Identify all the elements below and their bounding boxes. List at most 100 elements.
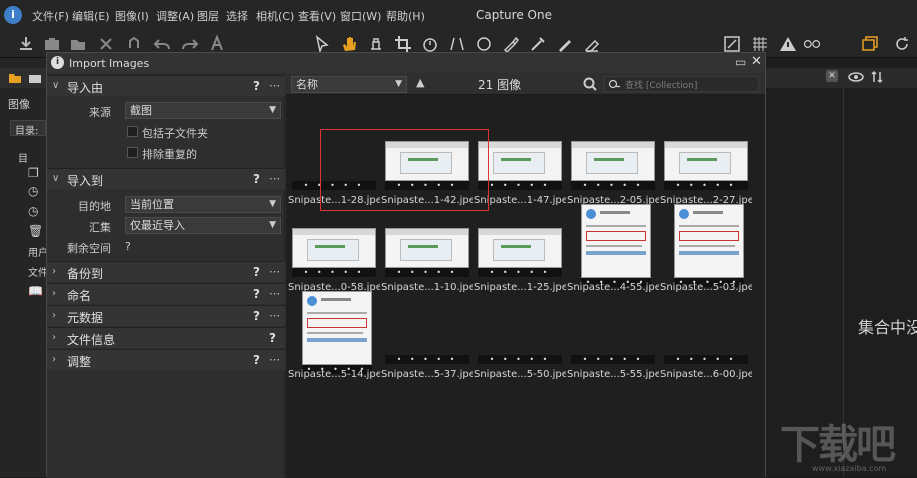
eraser-icon[interactable] [582,34,602,55]
grid-icon[interactable] [750,34,770,54]
redo-icon[interactable] [180,34,200,54]
menu-camera[interactable]: 相机(C) [256,8,294,24]
book-icon[interactable]: 📖 [28,284,43,298]
collection-value: 仅最近导入 [130,219,185,232]
empty-collection-message: 集合中没 [858,318,917,337]
loupe-icon[interactable] [366,34,386,54]
section-file-info[interactable]: › 文件信息 ? [47,327,285,348]
panel-tab-bar [0,68,46,88]
expand-chevron-icon[interactable]: › [52,266,56,277]
rotate-icon[interactable] [420,34,440,54]
menu-edit[interactable]: 编辑(E) [72,8,110,24]
thumbnail-item[interactable]: • • • • • Snipaste...5-14.jpeg [288,291,380,425]
close-icon[interactable]: ✕ [751,54,762,69]
refresh-icon[interactable] [892,34,912,54]
menu-select[interactable]: 选择 [226,8,248,24]
brush-icon[interactable] [501,34,521,54]
zoom-icon[interactable] [582,76,598,92]
trash-icon[interactable]: 🗑 [28,224,43,238]
help-icon[interactable]: ? [253,172,260,186]
more-options-icon[interactable]: ⋯ [269,353,280,366]
section-adjust[interactable]: › 调整 ? ⋯ [47,349,285,370]
section-import-to[interactable]: ∨ 导入到 ? ⋯ [47,168,285,189]
menu-file[interactable]: 文件(F) [32,8,69,24]
picker-icon[interactable] [528,34,548,54]
search-input[interactable]: 查找 [Collection] [604,76,759,92]
dialog-titlebar[interactable]: i Import Images ▭ ✕ [47,53,765,73]
menu-image[interactable]: 图像(I) [115,8,149,24]
help-icon[interactable]: ? [269,331,276,345]
help-icon[interactable]: ? [253,79,260,93]
section-metadata[interactable]: › 元数据 ? ⋯ [47,305,285,326]
thumbnail-image [478,141,562,181]
minimize-icon[interactable]: ▭ [735,55,746,69]
collection-select[interactable]: 仅最近导入 ▼ [125,217,281,234]
collapse-chevron-icon[interactable]: ∨ [52,173,59,184]
menu-adjust[interactable]: 调整(A) [156,8,194,24]
thumbnail-item[interactable]: • • • • • Snipaste...5-50.jpeg [474,305,566,425]
history-clock-icon[interactable]: ◷ [28,204,38,218]
expand-chevron-icon[interactable]: › [52,288,56,299]
camera-tab-icon[interactable] [28,71,42,85]
expand-chevron-icon[interactable]: › [52,354,56,365]
delete-icon[interactable] [96,34,116,54]
include-subfolders-checkbox[interactable] [127,126,138,137]
undo-icon[interactable] [152,34,172,54]
more-options-icon[interactable]: ⋯ [269,265,280,278]
collapse-chevron-icon[interactable]: ∨ [52,80,59,91]
camera-icon[interactable] [42,34,62,54]
edit-frame-icon[interactable] [722,34,742,54]
destination-select[interactable]: 当前位置 ▼ [125,196,281,213]
pan-hand-icon[interactable] [339,34,359,54]
circle-mask-icon[interactable] [474,34,494,54]
menu-layer[interactable]: 图层 [197,8,219,24]
include-subfolders-label: 包括子文件夹 [142,127,208,140]
folder-tab-icon[interactable] [8,71,22,85]
source-select[interactable]: 截图 ▼ [125,102,281,119]
thumbnail-item[interactable]: • • • • • Snipaste...5-37.jpeg [381,305,473,425]
menu-view[interactable]: 查看(V) [298,8,336,24]
glasses-icon[interactable] [802,34,822,54]
sort-select[interactable]: 名称 ▼ [291,76,407,93]
destination-value: 当前位置 [130,198,174,211]
select-cursor-icon[interactable] [312,34,332,54]
sort-ascending-icon[interactable]: ▲ [416,76,424,89]
more-options-icon[interactable]: ⋯ [269,309,280,322]
eye-icon[interactable] [848,71,864,83]
more-options-icon[interactable]: ⋯ [269,79,280,92]
collection-icon[interactable]: ❐ [28,166,39,180]
section-backup[interactable]: › 备份到 ? ⋯ [47,261,285,282]
crop-icon[interactable] [393,34,413,54]
text-tool-icon[interactable] [207,34,227,54]
menu-help[interactable]: 帮助(H) [386,8,425,24]
expand-chevron-icon[interactable]: › [52,310,56,321]
import-icon[interactable] [16,34,36,54]
recent-clock-icon[interactable]: ◷ [28,184,38,198]
thumbnail-item[interactable]: • • • • • Snipaste...6-00.jpeg [660,305,752,425]
thumbnail-item[interactable]: • • • • • Snipaste...5-55.jpeg [567,305,659,425]
sort-arrows-icon[interactable] [870,70,884,84]
folder-export-icon[interactable] [68,34,88,54]
keystone-icon[interactable] [447,34,467,54]
warning-icon[interactable] [778,34,798,54]
menu-window[interactable]: 窗口(W) [340,8,381,24]
help-icon[interactable]: ? [253,309,260,323]
more-options-icon[interactable]: ⋯ [269,172,280,185]
help-icon[interactable]: ? [253,353,260,367]
exclude-duplicates-checkbox[interactable] [127,147,138,158]
section-import-from[interactable]: ∨ 导入由 ? ⋯ [47,75,285,96]
section-naming[interactable]: › 命名 ? ⋯ [47,283,285,304]
browser-toolbar: 名称 ▼ ▲ 21 图像 查找 [Collection] [286,73,765,95]
viewer-close-icon[interactable]: ✕ [826,70,838,82]
annotate-icon[interactable] [555,34,575,54]
stack-icon[interactable] [860,34,880,54]
import-images-dialog: i Import Images ▭ ✕ ∨ 导入由 ? ⋯ 来源 截图 ▼ 包括… [46,52,766,478]
more-options-icon[interactable]: ⋯ [269,287,280,300]
expand-chevron-icon[interactable]: › [52,332,56,343]
help-icon[interactable]: ? [253,265,260,279]
directory-field[interactable]: 目录: [10,120,46,137]
help-icon[interactable]: ? [253,287,260,301]
reset-icon[interactable] [124,34,144,54]
thumbnail-strip: • • • • • [664,181,748,190]
exclude-duplicates-label: 排除重复的 [142,148,197,161]
